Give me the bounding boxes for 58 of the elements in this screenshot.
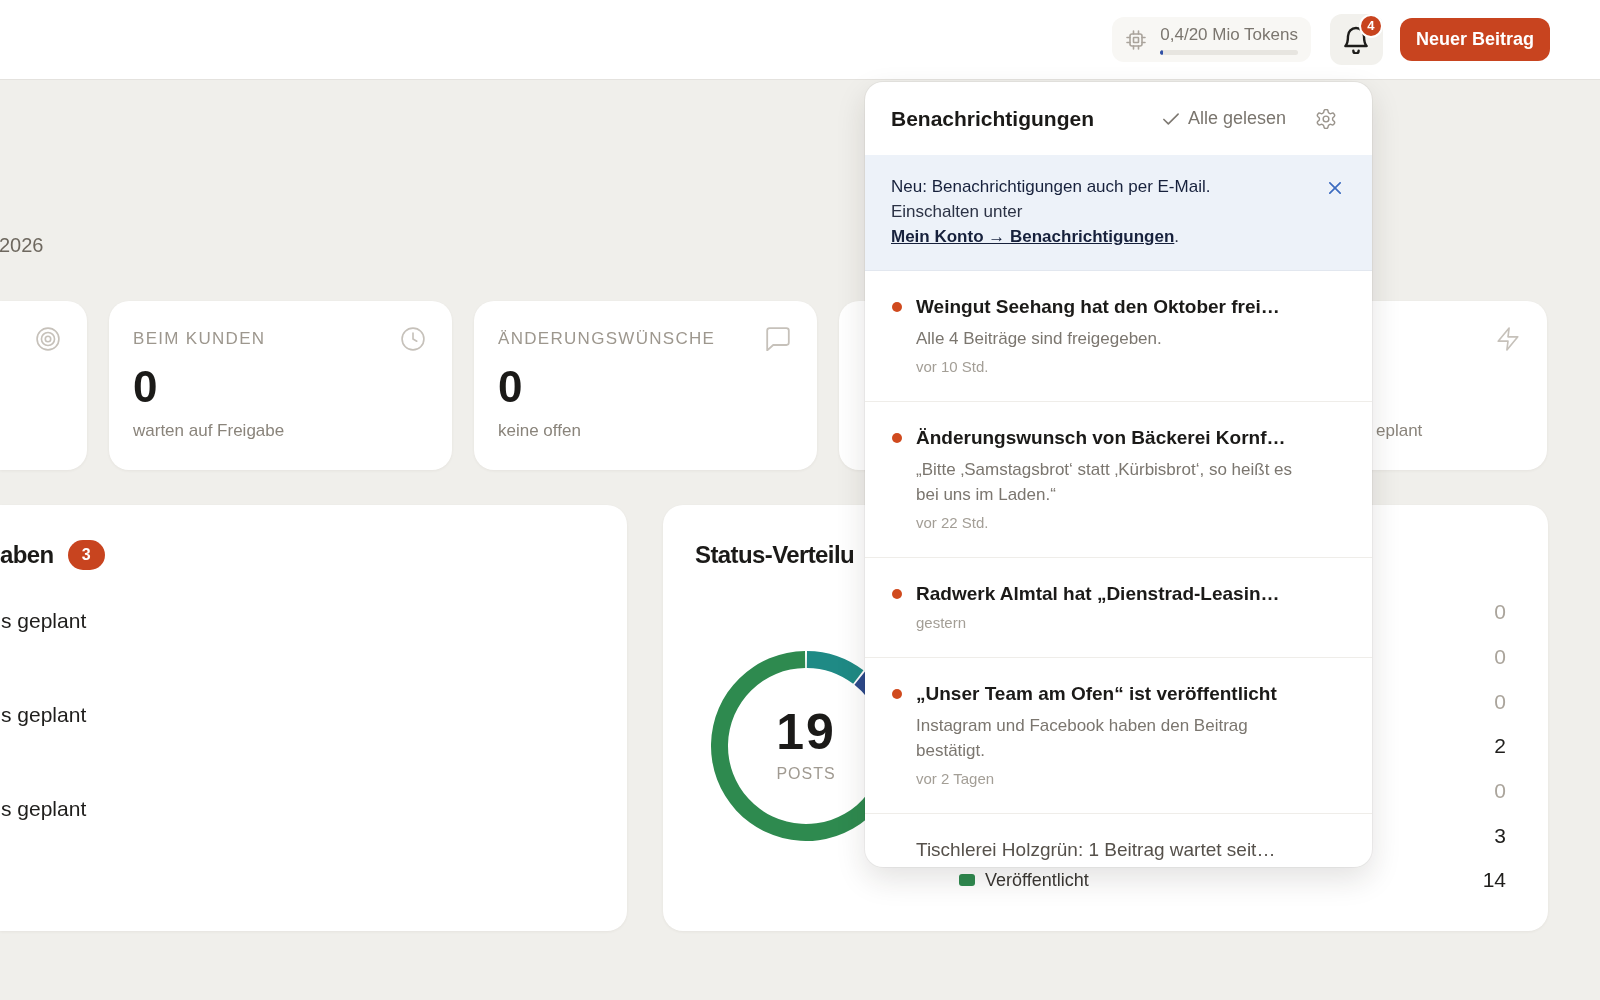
unread-dot-icon	[892, 589, 902, 599]
post-total: 19	[776, 708, 836, 757]
stat-label: BEIM KUNDEN	[133, 329, 266, 349]
banner-headline: Neu: Benachrichtigungen auch per E-Mail.	[891, 176, 1212, 198]
task-title[interactable]: s geplant	[1, 609, 87, 632]
token-usage-label: 0,4/20 Mio Tokens	[1160, 24, 1298, 45]
post-total-label: POSTS	[776, 764, 836, 785]
task-title[interactable]: s geplant	[1, 797, 87, 820]
legend-count: 0	[1494, 600, 1506, 625]
bell-icon	[1344, 25, 1369, 54]
legend-count: 3	[1494, 823, 1506, 848]
notifications-button[interactable]: 4	[1329, 14, 1383, 65]
notification-title[interactable]: Tischlerei Holzgrün: 1 Beitrag wartet seit…	[916, 837, 1276, 863]
legend-count: 0	[1494, 645, 1506, 669]
chip-icon	[1126, 29, 1147, 50]
date-text: 2026	[0, 233, 44, 258]
stat-label: ÄNDERUNGSWÜNSCHE	[498, 329, 716, 349]
notification-title[interactable]: Änderungswunsch von Bäckerei Kornf…	[916, 425, 1286, 451]
notification-time: gestern	[916, 613, 967, 633]
lightning-icon	[1496, 327, 1520, 351]
panel-title: Benachrichtigungen	[891, 106, 1095, 131]
mark-all-read-button[interactable]: Alle gelesen	[1162, 108, 1286, 129]
notification-title[interactable]: „Unser Team am Ofen“ ist veröffentlicht	[916, 681, 1277, 707]
checkmark-icon	[1162, 112, 1179, 125]
notification-time: vor 22 Std.	[916, 513, 989, 533]
legend-label: Veröffentlicht	[985, 870, 1089, 891]
task-title[interactable]: s geplant	[1, 703, 87, 726]
legend-count: 0	[1494, 689, 1506, 714]
chat-bubble-icon	[766, 327, 790, 351]
notification-title[interactable]: Weingut Seehang hat den Oktober frei…	[916, 294, 1280, 320]
notification-count-badge: 4	[1358, 14, 1383, 38]
stat-caption: warten auf Freigabe	[133, 420, 285, 442]
notification-time: vor 10 Std.	[916, 357, 989, 377]
unread-dot-icon	[892, 433, 902, 443]
close-icon[interactable]	[1329, 182, 1341, 194]
card-title: Status-Verteilu	[695, 540, 855, 570]
unread-dot-icon	[892, 689, 902, 699]
notification-text: „Bitte ‚Samstagsbrot‘ statt ‚Kürbisbrot‘, so heißt es bei uns im Laden.“	[916, 459, 1294, 506]
stat-caption: eplant	[1376, 420, 1423, 442]
notification-text: Instagram und Facebook haben den Beitrag bestätigt.	[916, 715, 1249, 762]
stat-value: 0	[498, 364, 523, 410]
notification-title[interactable]: Radwerk Almtal hat „Dienstrad-Leasin…	[916, 581, 1280, 607]
new-post-button[interactable]: Neuer Beitrag	[1399, 18, 1550, 61]
task-count-badge: 3	[67, 540, 105, 570]
stat-value: 0	[133, 364, 158, 410]
card-title: aben	[0, 541, 54, 569]
banner-text: Einschalten unter Mein Konto → Benachrichtigungen.	[891, 201, 1181, 248]
notification-time: vor 2 Tagen	[916, 769, 995, 789]
clock-icon	[401, 327, 425, 351]
legend-count: 14	[1482, 868, 1506, 893]
unread-dot-icon	[892, 302, 902, 312]
settings-icon[interactable]	[1316, 108, 1336, 129]
target-icon	[36, 327, 60, 351]
notification-text: Alle 4 Beiträge sind freigegeben.	[916, 328, 1163, 350]
legend-count: 2	[1494, 734, 1506, 759]
account-settings-link[interactable]: Mein Konto → Benachrichtigungen	[891, 227, 1175, 246]
legend-count: 0	[1494, 778, 1506, 803]
stat-caption: keine offen	[498, 420, 581, 442]
